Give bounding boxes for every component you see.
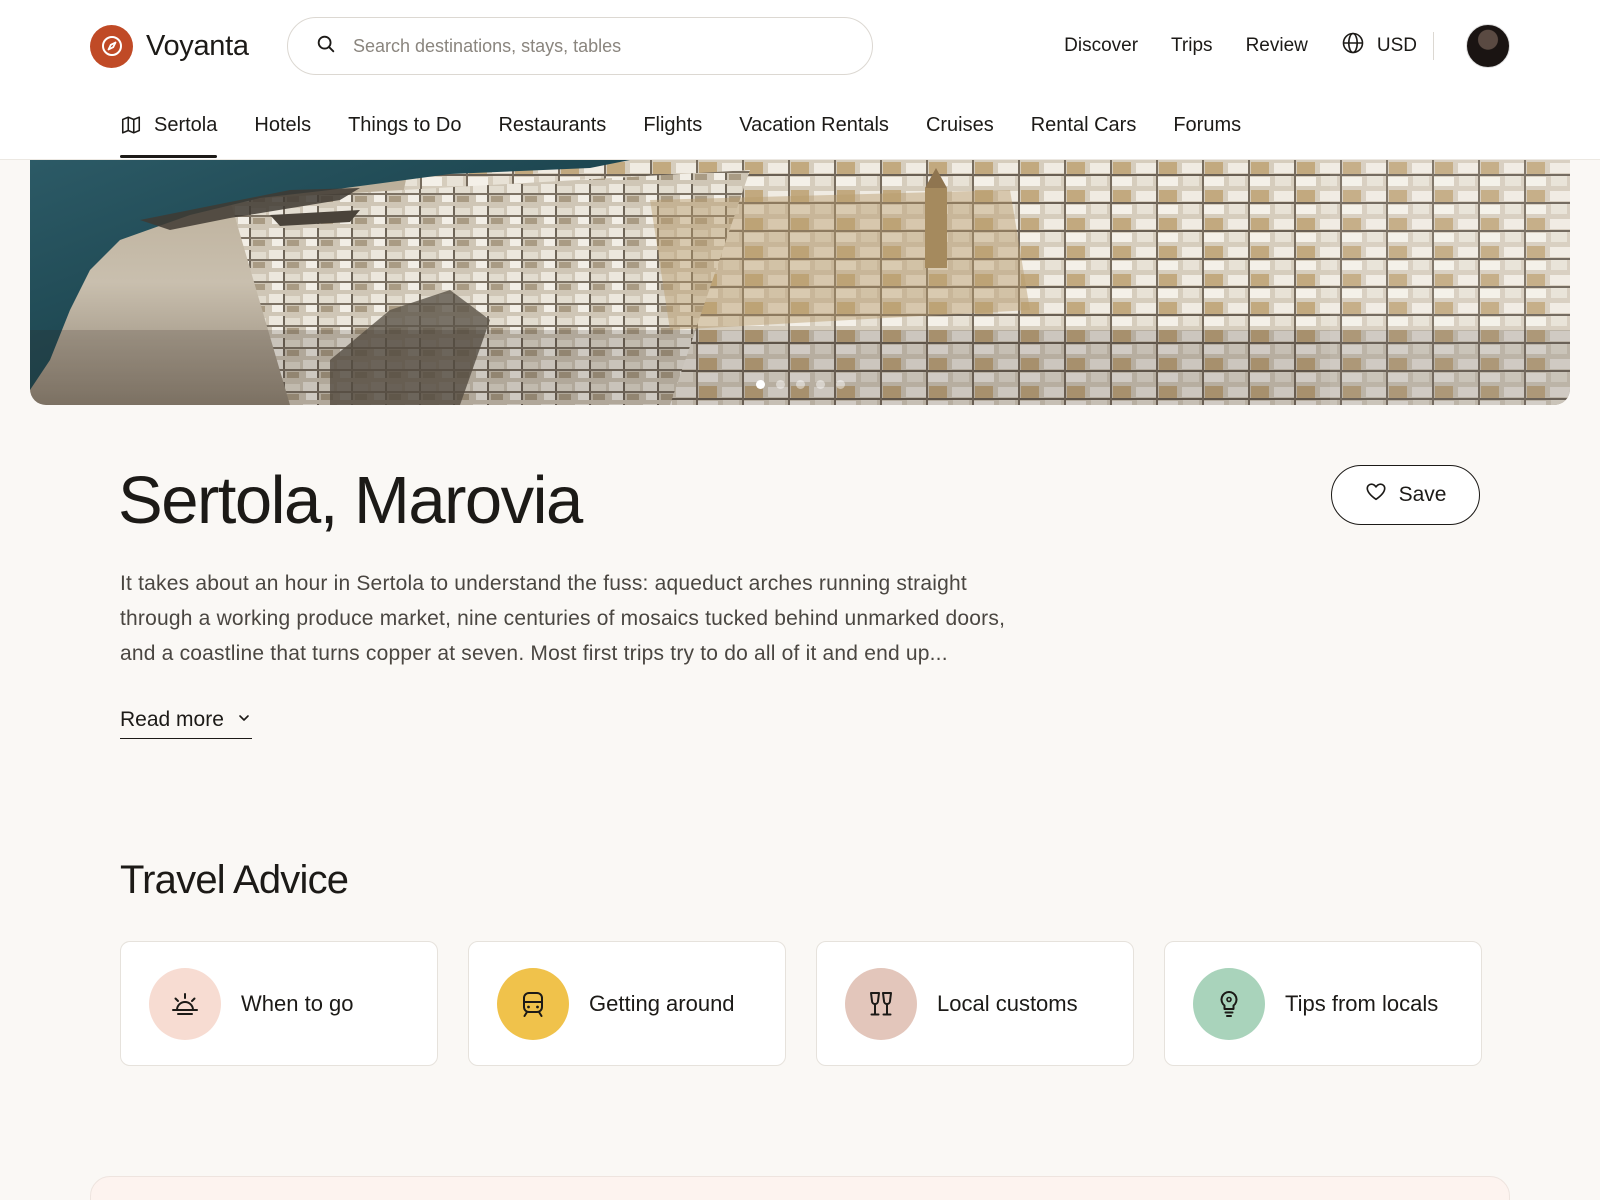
tab-label: Sertola <box>154 114 218 136</box>
advice-label: When to go <box>241 990 354 1016</box>
save-button[interactable]: Save <box>1331 465 1480 525</box>
tab-flights[interactable]: Flights <box>643 104 702 160</box>
tab-rental-cars[interactable]: Rental Cars <box>1031 104 1137 160</box>
tab-things-to-do[interactable]: Things to Do <box>348 104 461 160</box>
advice-label: Getting around <box>589 990 735 1016</box>
nav-trips[interactable]: Trips <box>1171 35 1213 57</box>
tab-forums[interactable]: Forums <box>1173 104 1241 160</box>
carousel-dots <box>30 380 1570 389</box>
search-bar[interactable] <box>287 17 873 75</box>
carousel-dot-2[interactable] <box>775 380 785 389</box>
tab-vacation-rentals[interactable]: Vacation Rentals <box>739 104 889 160</box>
save-label: Save <box>1398 483 1447 506</box>
travel-advice-title: Travel Advice <box>120 858 349 902</box>
search-input[interactable] <box>353 35 833 57</box>
read-more-link[interactable]: Read more <box>120 708 252 739</box>
user-avatar[interactable] <box>1466 24 1510 68</box>
brand[interactable]: Voyanta <box>90 24 249 68</box>
carousel-dot-3[interactable] <box>795 380 805 389</box>
nav-review[interactable]: Review <box>1246 35 1308 57</box>
top-nav: Discover Trips Review USD <box>1064 17 1600 75</box>
sunrise-icon <box>149 967 221 1040</box>
destination-description: It takes about an hour in Sertola to und… <box>120 572 1006 665</box>
advice-card-when-to-go[interactable]: When to go <box>120 941 438 1066</box>
map-icon <box>120 114 142 142</box>
currency-selector[interactable]: USD <box>1341 32 1434 60</box>
next-section-card <box>90 1176 1510 1200</box>
currency-label: USD <box>1376 35 1417 56</box>
advice-card-tips-from-locals[interactable]: Tips from locals <box>1164 941 1482 1066</box>
tab-cruises[interactable]: Cruises <box>926 104 994 160</box>
tab-hotels[interactable]: Hotels <box>254 104 311 160</box>
category-nav: Sertola Hotels Things to Do Restaurants … <box>120 104 1278 160</box>
compass-icon <box>90 24 133 68</box>
page-title: Sertola, Marovia <box>118 463 583 538</box>
hero-image-carousel[interactable] <box>30 160 1570 405</box>
lightbulb-icon <box>1193 967 1265 1040</box>
brand-name: Voyanta <box>146 29 249 62</box>
advice-label: Tips from locals <box>1285 990 1439 1016</box>
train-icon <box>497 967 569 1040</box>
wine-glasses-icon <box>845 967 917 1040</box>
globe-icon <box>1341 31 1365 61</box>
carousel-dot-1[interactable] <box>755 380 765 389</box>
carousel-dot-5[interactable] <box>835 380 845 389</box>
advice-card-local-customs[interactable]: Local customs <box>816 941 1134 1066</box>
top-header: Voyanta Discover Trips Review USD <box>0 0 1600 160</box>
search-icon <box>315 33 337 60</box>
nav-discover[interactable]: Discover <box>1064 35 1138 57</box>
read-more-label: Read more <box>120 708 224 731</box>
advice-label: Local customs <box>937 990 1078 1016</box>
travel-advice-cards: When to go Getting around Local customs … <box>120 941 1482 1066</box>
chevron-down-icon <box>236 708 252 732</box>
tab-restaurants[interactable]: Restaurants <box>498 104 606 160</box>
carousel-dot-4[interactable] <box>815 380 825 389</box>
heart-icon <box>1365 481 1387 509</box>
tab-sertola[interactable]: Sertola <box>120 104 218 160</box>
hero-photo <box>30 160 1570 405</box>
advice-card-getting-around[interactable]: Getting around <box>468 941 786 1066</box>
